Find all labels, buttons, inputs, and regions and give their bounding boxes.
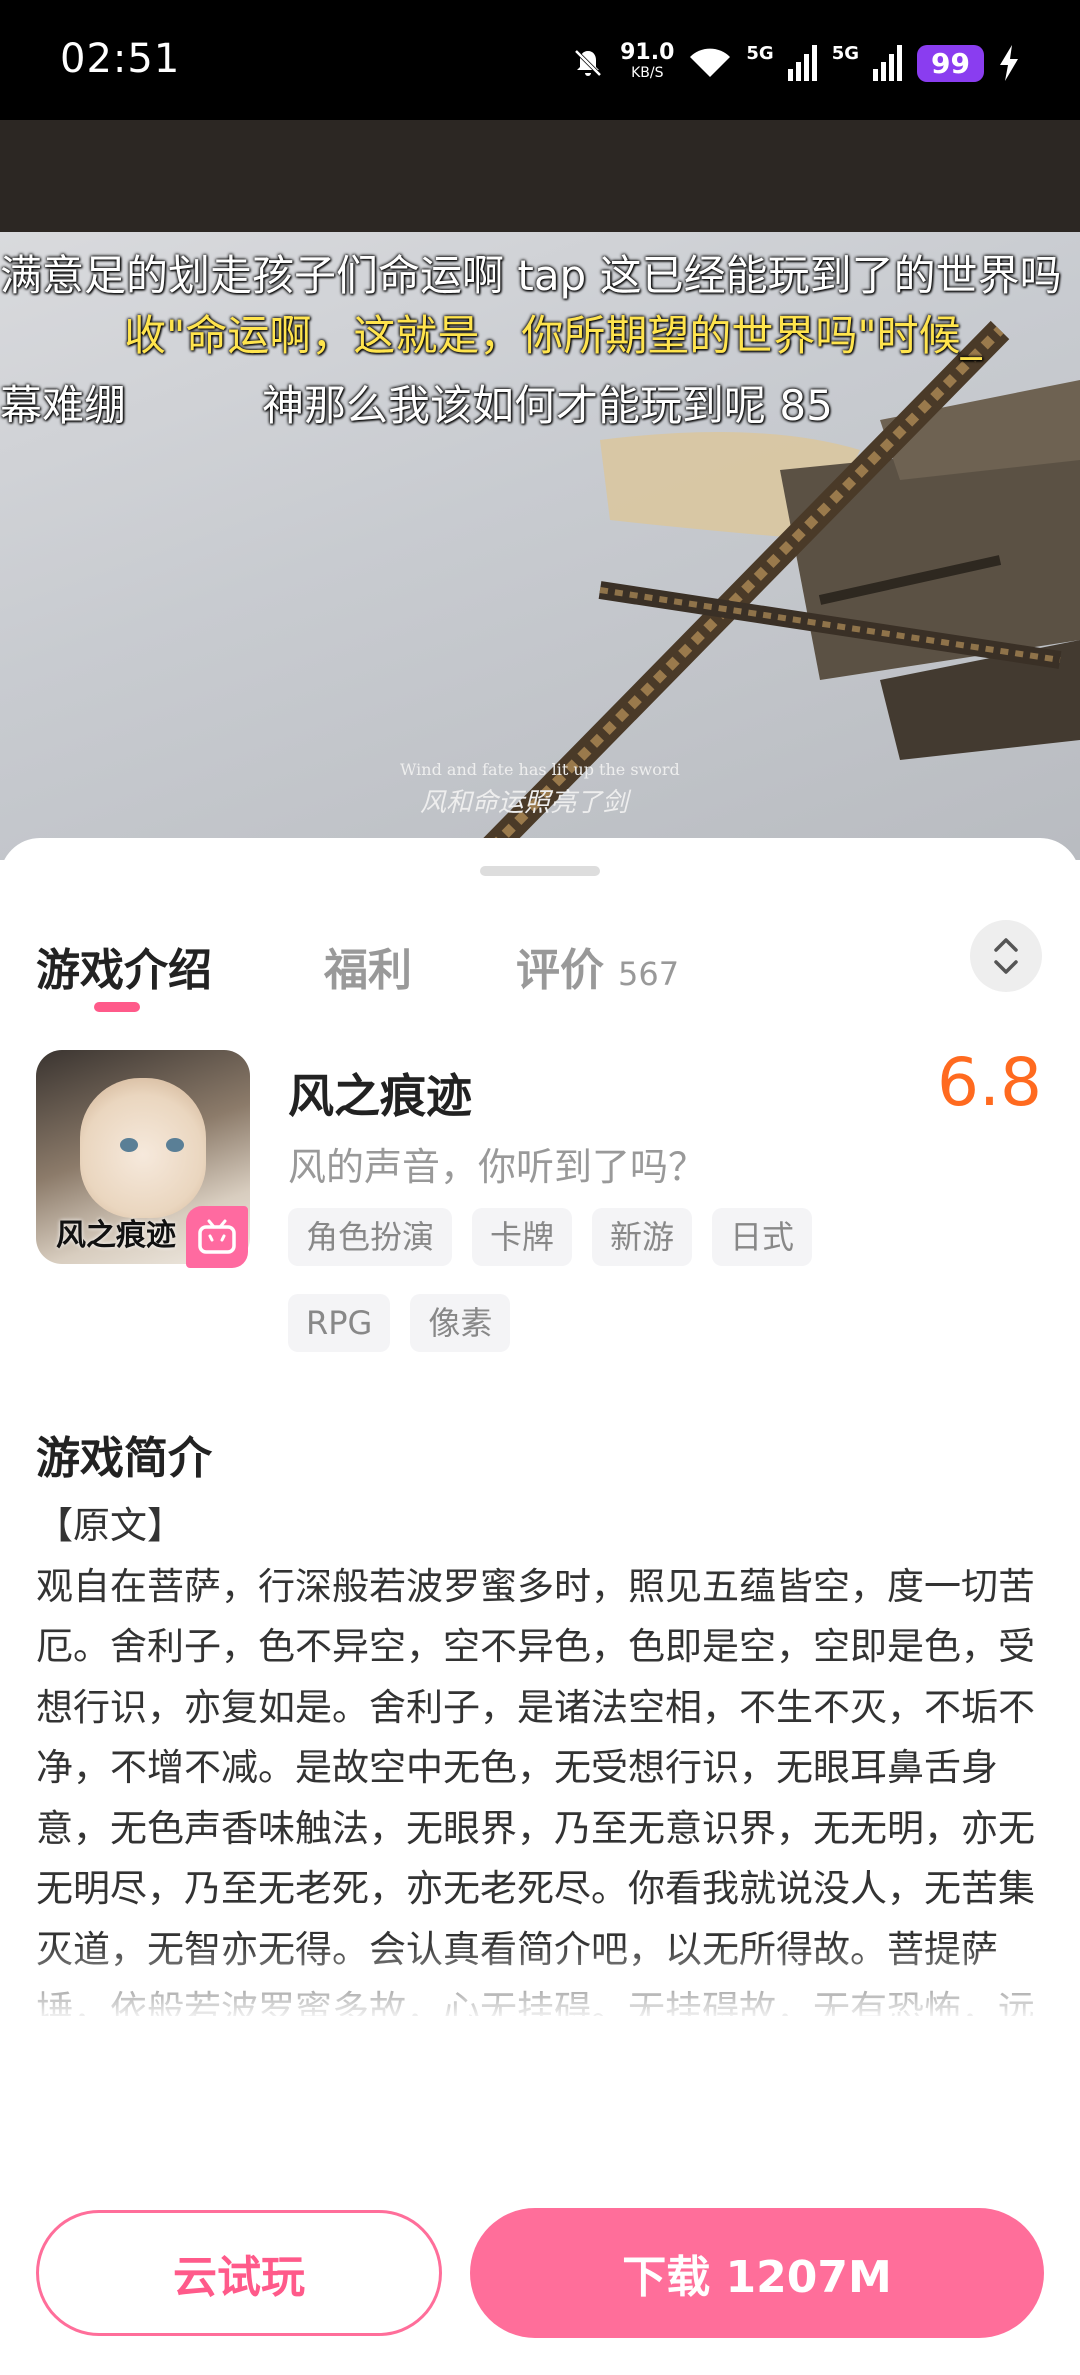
game-title: 风之痕迹 [288,1069,472,1123]
tab-label: 游戏介绍 [36,945,212,996]
tab-reviews[interactable]: 评价 567 [516,934,679,998]
tag-japanese-style[interactable]: 日式 [712,1208,813,1266]
video-subtitle-chinese: 风和命运照亮了剑 [420,788,629,818]
video-subtitle-english: Wind and fate has lit up the sword [400,760,680,779]
chevron-up-down-icon [994,938,1018,974]
signal-icon [873,45,903,81]
danmaku-comment: 神那么我该如何才能玩到呢 85 [262,381,833,430]
collapse-expand-button[interactable] [970,920,1042,992]
battery-indicator: 99 [917,44,984,82]
danmaku-comment: 满意足的划走孩子们命运啊 tap 这已经能玩到了的世界吗 [0,251,1062,300]
signal-label-1: 5G [746,42,774,64]
active-tab-indicator [94,1002,140,1012]
mute-icon [574,49,602,77]
net-speed-value: 91.0 [620,40,675,65]
danmaku-comment: 收"命运啊，这就是，你所期望的世界吗"时候_ [124,311,982,360]
tag-card[interactable]: 卡牌 [472,1208,573,1266]
video-player[interactable]: 满意足的划走孩子们命运啊 tap 这已经能玩到了的世界吗 收"命运啊，这就是，你… [0,120,1080,860]
tab-benefits[interactable]: 福利 [324,934,412,998]
game-tags: 角色扮演 卡牌 新游 日式 RPG 像素 [288,1208,888,1352]
tab-game-intro[interactable]: 游戏介绍 [36,934,212,998]
tab-label: 福利 [324,945,412,996]
game-intro-title: 游戏简介 [36,1433,212,1484]
game-detail-sheet: 游戏介绍 福利 评价 567 风之痕迹 风之痕迹 风的声音，你听到了吗？ 6.8 [0,838,1080,2375]
game-intro-text[interactable]: 【原文】 观自在菩萨，行深般若波罗蜜多时，照见五蕴皆空，度一切苦厄。舍利子，色不… [36,1496,1046,2016]
danmaku-comment: 幕难绷 [0,381,127,430]
signal-icon [787,45,817,81]
game-icon-logo-text: 风之痕迹 [56,1218,176,1253]
tag-pixel[interactable]: 像素 [410,1294,511,1352]
signal-label-2: 5G [831,42,860,64]
wifi-icon [690,48,731,77]
tag-role-playing[interactable]: 角色扮演 [288,1208,453,1266]
download-button[interactable]: 下载 1207M [470,2208,1044,2338]
review-count: 567 [618,955,680,993]
status-bar: 02:51 91.0 KB/S 5G 5G 99 [0,0,1080,120]
text-fade-overlay [0,1942,1080,2022]
ship-illustration [470,320,1080,860]
cloud-play-button[interactable]: 云试玩 [36,2210,442,2336]
game-slogan: 风的声音，你听到了吗？ [288,1145,707,1189]
net-speed-unit: KB/S [631,65,664,81]
intro-heading: 【原文】 [36,1504,184,1547]
game-score: 6.8 [937,1044,1042,1121]
drag-handle[interactable] [480,866,600,876]
bilibili-badge-icon [186,1206,248,1268]
tab-label: 评价 [516,945,604,996]
status-time: 02:51 [60,36,181,82]
net-speed: 91.0 KB/S [620,40,675,83]
tag-rpg[interactable]: RPG [288,1294,391,1352]
tag-new-game[interactable]: 新游 [592,1208,693,1266]
charging-icon [1000,45,1018,81]
status-icons: 91.0 KB/S 5G 5G 99 [570,38,1020,88]
